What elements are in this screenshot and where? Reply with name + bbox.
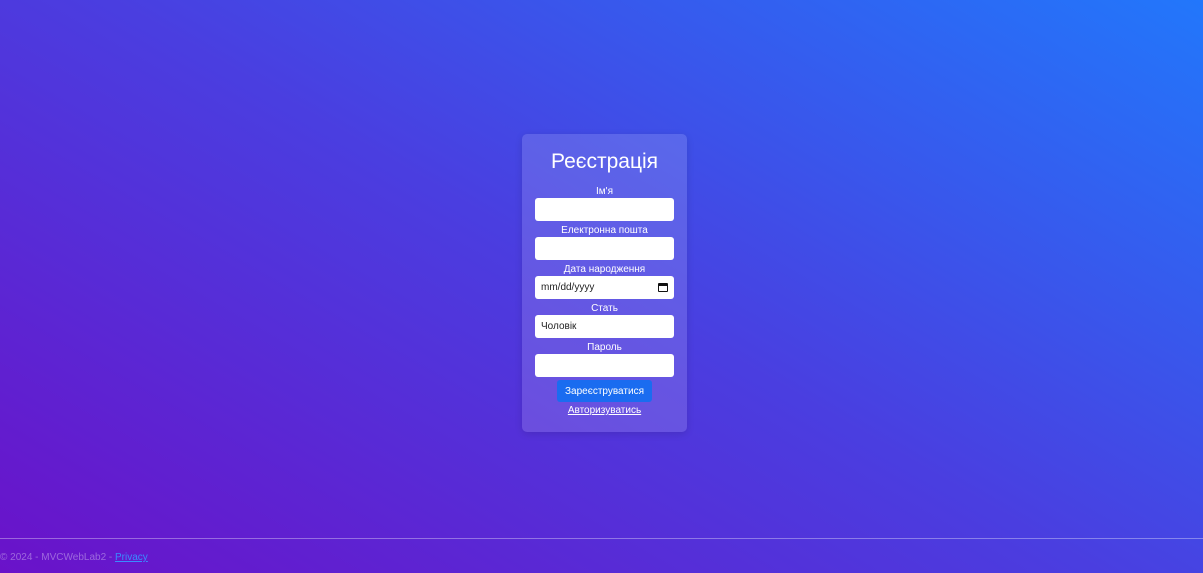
email-input[interactable] — [535, 237, 674, 260]
calendar-icon[interactable] — [658, 283, 668, 292]
gender-value: Чоловік — [541, 321, 577, 332]
login-link[interactable]: Авторизуватись — [568, 405, 641, 416]
footer-text: © 2024 - MVCWebLab2 - — [0, 552, 116, 563]
name-input[interactable] — [535, 198, 674, 221]
page-title: Реєстрація — [550, 150, 659, 173]
gender-label: Стать — [591, 303, 618, 314]
birthdate-label: Дата народження — [563, 264, 646, 275]
footer: © 2024 - MVCWebLab2 - Privacy — [0, 552, 148, 563]
footer-divider — [0, 538, 1203, 539]
privacy-link[interactable]: Privacy — [115, 552, 148, 563]
email-label: Електронна пошта — [561, 225, 648, 236]
registration-card: Реєстрація Ім'я Електронна пошта Дата на… — [522, 134, 687, 432]
gender-select[interactable]: Чоловік — [535, 315, 674, 338]
birthdate-input[interactable]: mm/dd/yyyy — [535, 276, 674, 299]
password-input[interactable] — [535, 354, 674, 377]
name-label: Ім'я — [596, 186, 613, 197]
birthdate-placeholder: mm/dd/yyyy — [541, 282, 595, 293]
password-label: Пароль — [587, 342, 622, 353]
register-button[interactable]: Зареєструватися — [557, 380, 652, 402]
